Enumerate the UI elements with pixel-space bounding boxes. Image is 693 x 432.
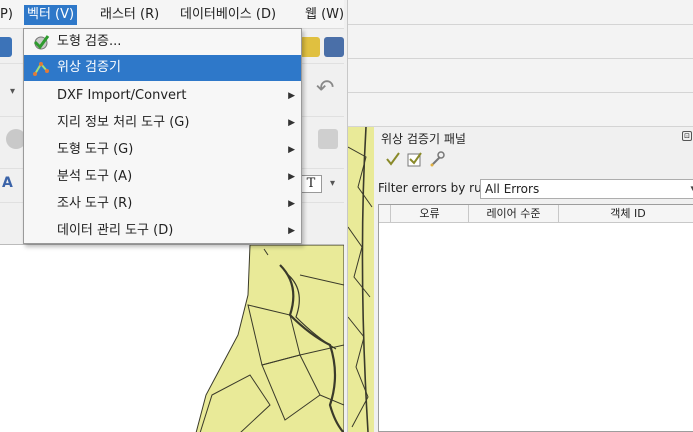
submenu-arrow-icon: ▶ xyxy=(288,199,295,209)
toolbar-strip xyxy=(348,59,693,93)
menu-item-research-tools[interactable]: 조사 도구 (R) ▶ xyxy=(24,191,301,217)
menu-item-geoprocessing-tools[interactable]: 지리 정보 처리 도구 (G) ▶ xyxy=(24,110,301,136)
toolbar-strip xyxy=(348,93,693,127)
menu-item-analysis-tools[interactable]: 분석 도구 (A) ▶ xyxy=(24,164,301,190)
label-tool-icon[interactable]: A xyxy=(2,175,13,191)
menu-bar-strip xyxy=(348,0,693,25)
text-tool-icon[interactable]: T xyxy=(300,175,322,193)
errors-table[interactable]: 오류 레이어 수준 객체 ID xyxy=(378,204,693,432)
menu-item-check-geometries[interactable]: 도형 검증... xyxy=(24,29,301,55)
vector-menu-dropdown: 도형 검증... 위상 검증기 DXF Import/Convert ▶ 지리 … xyxy=(23,28,302,244)
submenu-arrow-icon: ▶ xyxy=(288,91,295,101)
polygon-layer xyxy=(195,245,344,432)
menu-item-dxf-import[interactable]: DXF Import/Convert ▶ xyxy=(24,83,301,109)
filter-errors-select[interactable]: All Errors ▾ xyxy=(480,179,693,199)
dropdown-arrow-icon[interactable]: ▾ xyxy=(330,178,335,189)
submenu-arrow-icon: ▶ xyxy=(288,145,295,155)
undo-icon[interactable]: ↶ xyxy=(316,78,334,100)
toolbar-strip xyxy=(348,25,693,59)
toolbar-icon[interactable] xyxy=(0,37,12,57)
map-canvas[interactable] xyxy=(348,127,374,432)
menu-item-topology-checker[interactable]: 위상 검증기 xyxy=(24,55,301,81)
column-header-feature-id[interactable]: 객체 ID xyxy=(559,205,693,223)
table-corner xyxy=(379,205,391,223)
map-polygons xyxy=(195,245,344,432)
menu-plugins[interactable]: P) xyxy=(0,5,16,25)
submenu-arrow-icon: ▶ xyxy=(288,118,295,128)
menu-item-geometry-tools[interactable]: 도형 도구 (G) ▶ xyxy=(24,137,301,163)
menu-web[interactable]: 웹 (W) xyxy=(302,5,344,25)
filter-errors-label: Filter errors by rule xyxy=(378,181,493,195)
column-header-layer[interactable]: 레이어 수준 xyxy=(469,205,559,223)
validate-all-icon[interactable] xyxy=(384,150,402,168)
topology-checker-panel: 위상 검증기 패널 ⊡ Filter errors by rule All Er… xyxy=(374,127,693,432)
map-canvas[interactable] xyxy=(0,244,344,432)
menu-database[interactable]: 데이터베이스 (D) xyxy=(177,5,279,25)
qgis-main-window: P) 벡터 (V) 래스터 (R) 데이터베이스 (D) 웹 (W) ▾ ↶ A… xyxy=(0,0,344,432)
topology-checker-icon xyxy=(33,62,49,76)
submenu-arrow-icon: ▶ xyxy=(288,172,295,182)
panel-title: 위상 검증기 패널 xyxy=(381,132,466,146)
qgis-window-right: 위상 검증기 패널 ⊡ Filter errors by rule All Er… xyxy=(347,0,693,432)
validate-extent-icon[interactable] xyxy=(406,150,424,168)
configure-rules-icon[interactable] xyxy=(428,150,446,168)
panel-float-icon[interactable]: ⊡ xyxy=(682,131,692,141)
menu-raster[interactable]: 래스터 (R) xyxy=(97,5,162,25)
check-geometry-icon xyxy=(33,35,50,50)
submenu-arrow-icon: ▶ xyxy=(288,226,295,236)
toolbar-icon[interactable] xyxy=(318,129,338,149)
dropdown-arrow-icon[interactable]: ▾ xyxy=(10,86,15,97)
map-polygons xyxy=(348,127,373,432)
toolbar-icon[interactable] xyxy=(324,37,344,57)
column-header-error[interactable]: 오류 xyxy=(391,205,469,223)
menu-vector[interactable]: 벡터 (V) xyxy=(24,5,78,25)
toolbar-icon[interactable] xyxy=(300,37,320,57)
menu-item-data-management-tools[interactable]: 데이터 관리 도구 (D) ▶ xyxy=(24,218,301,244)
menu-bar: P) 벡터 (V) 래스터 (R) 데이터베이스 (D) 웹 (W) xyxy=(0,0,344,29)
screenshot-root: P) 벡터 (V) 래스터 (R) 데이터베이스 (D) 웹 (W) ▾ ↶ A… xyxy=(0,0,693,432)
